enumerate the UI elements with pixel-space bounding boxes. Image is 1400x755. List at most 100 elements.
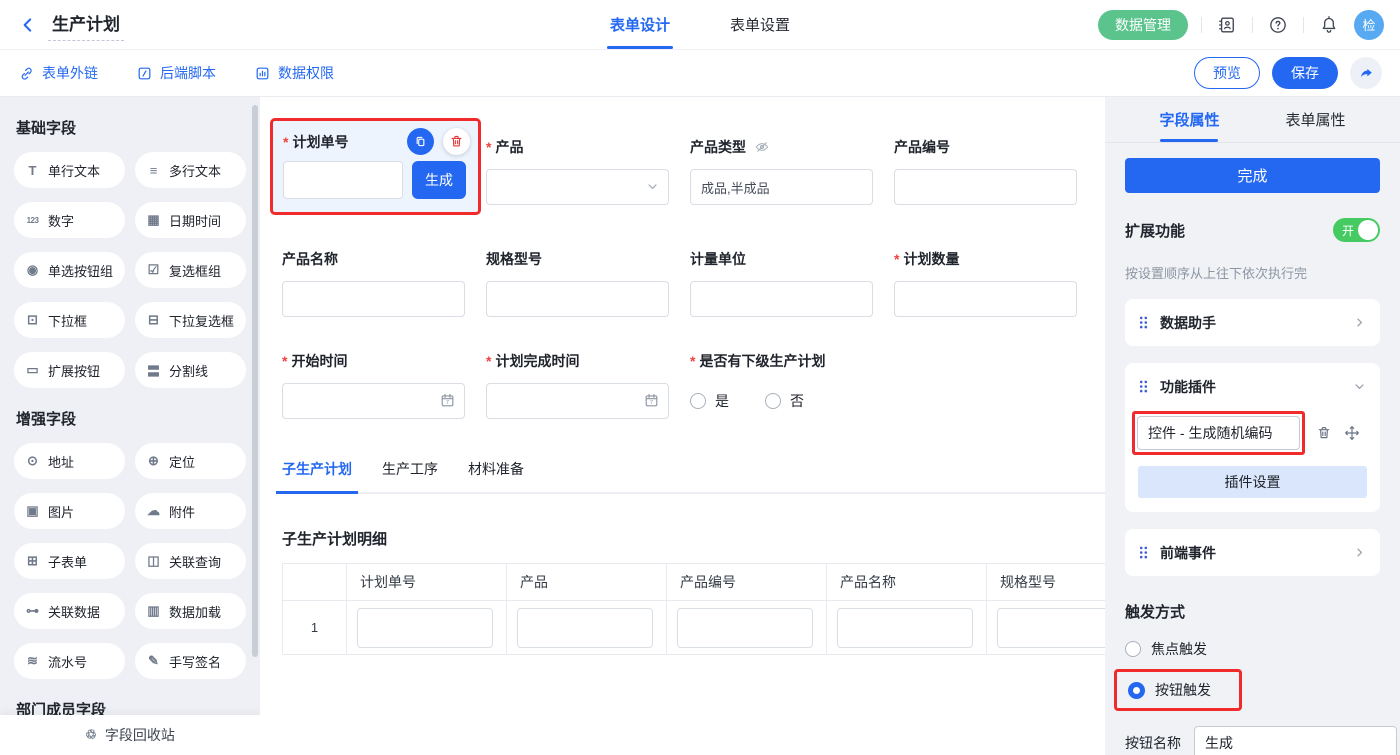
- tab-form-design[interactable]: 表单设计: [610, 0, 670, 49]
- toggle-on-label: 开: [1342, 222, 1354, 239]
- sidebar-item-attachment[interactable]: ☁附件: [135, 493, 246, 529]
- dropdown-icon: ⊡: [24, 312, 41, 328]
- form-external-link[interactable]: 表单外链: [18, 63, 98, 83]
- function-plugin-header[interactable]: 功能插件: [1138, 363, 1367, 410]
- delete-plugin-icon[interactable]: [1315, 424, 1333, 442]
- chevron-right-icon[interactable]: [1352, 315, 1367, 330]
- finish-time-datepicker[interactable]: [486, 383, 669, 419]
- sidebar-item-linked-data[interactable]: ⊶关联数据: [14, 593, 125, 629]
- radio-option-no[interactable]: 否: [765, 391, 804, 411]
- delete-field-button[interactable]: [443, 128, 470, 155]
- subtable-plan-no-input[interactable]: [357, 608, 493, 648]
- generate-button[interactable]: 生成: [412, 161, 466, 199]
- finish-time-input[interactable]: [486, 383, 669, 419]
- tab-sub-production-plan[interactable]: 子生产计划: [282, 459, 352, 479]
- chevron-down-icon[interactable]: [1352, 379, 1367, 394]
- plugin-name-input[interactable]: [1137, 416, 1300, 450]
- button-name-input[interactable]: [1194, 726, 1397, 755]
- sidebar-item-label: 下拉框: [48, 311, 87, 330]
- radio-label: 焦点触发: [1151, 639, 1207, 659]
- sidebar-item-single-line-text[interactable]: T单行文本: [14, 152, 125, 188]
- sidebar-item-linked-query[interactable]: ◫关联查询: [135, 543, 246, 579]
- drag-handle-icon[interactable]: [1138, 379, 1149, 394]
- product-select-input[interactable]: [486, 169, 669, 205]
- backend-script-link[interactable]: 后端脚本: [136, 63, 216, 83]
- required-asterisk: *: [283, 134, 288, 150]
- topbar-right: 数据管理 检: [1098, 10, 1384, 40]
- sidebar-item-label: 流水号: [48, 652, 87, 671]
- data-assistant-header[interactable]: 数据助手: [1138, 299, 1367, 346]
- start-time-datepicker[interactable]: [282, 383, 465, 419]
- move-plugin-icon[interactable]: [1343, 424, 1361, 442]
- required-asterisk: *: [282, 353, 287, 369]
- sidebar-item-data-load[interactable]: ▥数据加载: [135, 593, 246, 629]
- sidebar-item-extend-button[interactable]: ▭扩展按钮: [14, 352, 125, 388]
- tab-production-process[interactable]: 生产工序: [382, 459, 438, 479]
- start-time-input[interactable]: [282, 383, 465, 419]
- frontend-event-header[interactable]: 前端事件: [1138, 529, 1367, 576]
- tab-form-properties[interactable]: 表单属性: [1286, 97, 1346, 142]
- sidebar-item-image[interactable]: ▣图片: [14, 493, 125, 529]
- plan-no-input[interactable]: [283, 161, 403, 199]
- sidebar-item-dropdown[interactable]: ⊡ 下拉框: [14, 302, 125, 338]
- annotation-box-plan-no selected-field-plan-no[interactable]: *计划单号 生成: [270, 118, 481, 215]
- data-manage-button[interactable]: 数据管理: [1098, 10, 1188, 40]
- product-type-input[interactable]: [690, 169, 873, 205]
- copy-field-button[interactable]: [407, 128, 434, 155]
- save-button[interactable]: 保存: [1272, 57, 1338, 89]
- trigger-option-focus[interactable]: 焦点触发: [1125, 639, 1380, 659]
- sidebar-item-locate[interactable]: ⊕定位: [135, 443, 246, 479]
- help-icon[interactable]: [1266, 13, 1290, 37]
- subtable-product-name-input[interactable]: [837, 608, 973, 648]
- locate-icon: ⊕: [145, 453, 162, 469]
- sidebar-scrollbar[interactable]: [252, 105, 258, 657]
- backend-script-label: 后端脚本: [160, 63, 216, 83]
- share-button[interactable]: [1350, 57, 1382, 89]
- tab-field-properties[interactable]: 字段属性: [1159, 97, 1219, 142]
- notification-bell-icon[interactable]: [1317, 13, 1341, 37]
- sidebar-item-serial-number[interactable]: ≋流水号: [14, 643, 125, 679]
- radio-option-yes[interactable]: 是: [690, 391, 729, 411]
- sidebar-item-multi-line-text[interactable]: ≡多行文本: [135, 152, 246, 188]
- field-recycle-bin[interactable]: ♲ 字段回收站: [0, 715, 260, 755]
- sidebar-item-label: 单选按钮组: [48, 261, 113, 280]
- subtable-product-code-input[interactable]: [677, 608, 813, 648]
- product-name-input[interactable]: [282, 281, 465, 317]
- preview-button[interactable]: 预览: [1194, 57, 1260, 89]
- sidebar-item-address[interactable]: ⊙地址: [14, 443, 125, 479]
- sidebar-item-datetime[interactable]: ▦日期时间: [135, 202, 246, 238]
- avatar[interactable]: 检: [1354, 10, 1384, 40]
- eye-off-icon: [754, 139, 770, 155]
- sidebar-item-radio-group[interactable]: ◉单选按钮组: [14, 252, 125, 288]
- trigger-option-button[interactable]: 按钮触发: [1128, 680, 1211, 700]
- address-book-icon[interactable]: [1215, 13, 1239, 37]
- subtable-spec-model-input[interactable]: [997, 608, 1105, 648]
- done-button[interactable]: 完成: [1125, 158, 1380, 193]
- multi-line-text-icon: ≡: [145, 163, 162, 178]
- sidebar-item-divider-line[interactable]: 〓分割线: [135, 352, 246, 388]
- extended-features-toggle[interactable]: 开: [1333, 218, 1380, 242]
- drag-handle-icon[interactable]: [1138, 545, 1149, 560]
- sidebar-item-signature[interactable]: ✎手写签名: [135, 643, 246, 679]
- back-button[interactable]: [16, 13, 40, 37]
- data-permission-link[interactable]: 数据权限: [254, 63, 334, 83]
- plan-qty-input[interactable]: [894, 281, 1077, 317]
- sidebar-item-checkbox-group[interactable]: ☑复选框组: [135, 252, 246, 288]
- product-select[interactable]: [486, 169, 669, 205]
- tab-form-settings[interactable]: 表单设置: [730, 0, 790, 49]
- sidebar-item-subform[interactable]: ⊞子表单: [14, 543, 125, 579]
- sidebar-item-dropdown-multi[interactable]: ⊟下拉复选框: [135, 302, 246, 338]
- column-header-product-code: 产品编号: [667, 564, 827, 601]
- product-code-input[interactable]: [894, 169, 1077, 205]
- tab-material-preparation[interactable]: 材料准备: [468, 459, 524, 479]
- chevron-right-icon[interactable]: [1352, 545, 1367, 560]
- subtable-header-row: 计划单号 产品 产品编号 产品名称 规格型号: [283, 564, 1106, 601]
- unit-input[interactable]: [690, 281, 873, 317]
- plugin-settings-button[interactable]: 插件设置: [1138, 466, 1367, 498]
- drag-handle-icon[interactable]: [1138, 315, 1149, 330]
- spec-model-input[interactable]: [486, 281, 669, 317]
- field-label-spec-model: 规格型号: [486, 249, 542, 269]
- sidebar-item-number[interactable]: 123数字: [14, 202, 125, 238]
- subtable-product-input[interactable]: [517, 608, 653, 648]
- sidebar-item-label: 数字: [48, 211, 74, 230]
